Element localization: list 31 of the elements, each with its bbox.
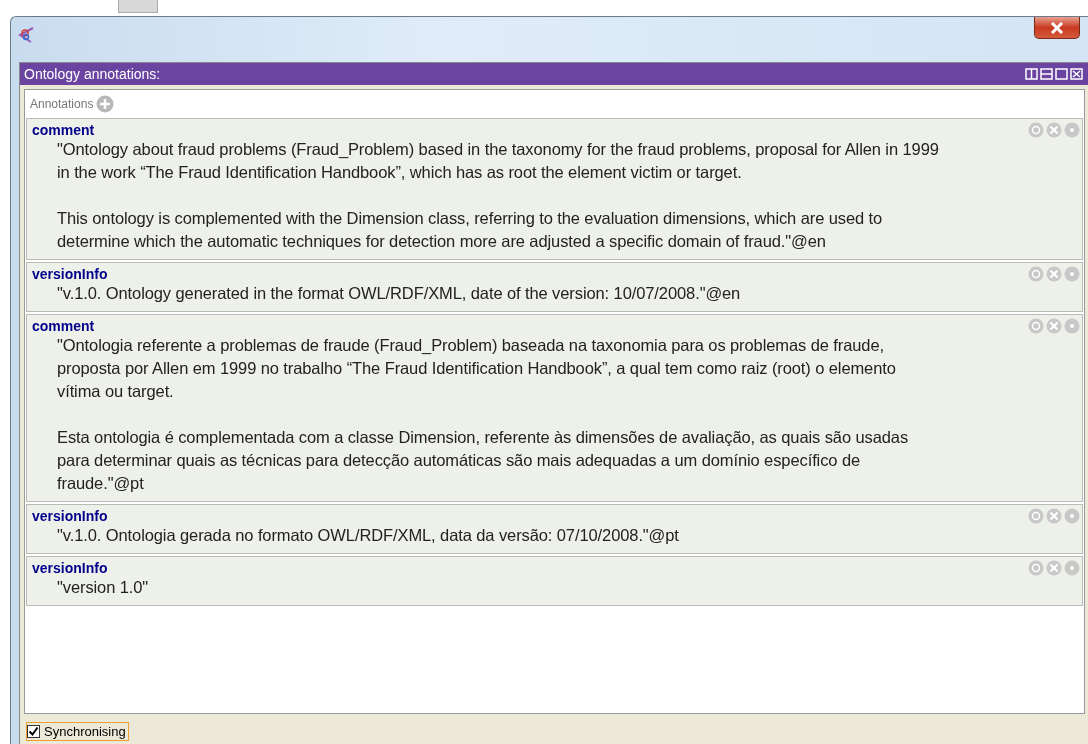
annotation-value: "version 1.0": [56, 577, 150, 598]
property-name: versionInfo: [32, 508, 108, 524]
annotation-actions-icon[interactable]: [1028, 560, 1080, 576]
annotation-value: "v.1.0. Ontology generated in the format OWL/RDF/XML, date of the version: 10/07/2008."@en: [56, 283, 742, 304]
annotation-actions-icon[interactable]: [1028, 318, 1080, 334]
synchronising-checkbox[interactable]: Synchronising: [26, 721, 129, 741]
property-name: versionInfo: [32, 266, 108, 282]
close-button[interactable]: [1034, 17, 1080, 39]
property-name: comment: [32, 122, 95, 138]
annotation-value: "v.1.0. Ontologia gerada no formato OWL/RDF/XML, data da versão: 07/10/2008."@pt: [56, 525, 680, 546]
add-icon[interactable]: [96, 95, 115, 113]
view-controls-icon[interactable]: [1025, 68, 1083, 80]
checkbox-icon[interactable]: [27, 724, 40, 738]
app-logo-icon: [17, 26, 35, 44]
annotation-actions-icon[interactable]: [1028, 266, 1080, 282]
panel-title: Ontology annotations:: [24, 66, 161, 82]
annotation-actions-icon[interactable]: [1028, 508, 1080, 524]
annotation-value: "Ontologia referente a problemas de fraude (Fraud_Problem) baseada na taxonomia para os problemas de fraude, proposta por Allen em 1999 no trabalho “The Fraud Identification Handbook”, a qual tem como raiz (root) o elemento vítima ou target.: [56, 335, 897, 402]
close-icon: [1050, 21, 1064, 34]
annotation-row[interactable]: versionInfo "version 1.0": [26, 556, 1083, 606]
annotation-row[interactable]: [26, 118, 1083, 260]
property-name: versionInfo: [32, 560, 108, 576]
annotation-row[interactable]: versionInfo "v.1.0. Ontologia gerada no formato OWL/RDF/XML, data da versão: 07/10/2008."@pt: [26, 504, 1083, 554]
annotation-value: Esta ontologia é complementada com a classe Dimension, referente às dimensões de avaliação, as quais são usadas para determinar quais as técnicas para detecção automáticas são mais adequadas a um domínio específico de fraude."@pt: [56, 427, 910, 494]
annotations-label: Annotations: [30, 97, 94, 111]
annotation-value: "Ontology about fraud problems (Fraud_Problem) based in the taxonomy for the fraud problems, proposal for Allen in 1999 in the work “The Fraud Identification Handbook”, which has as root the element victim or target.: [56, 139, 940, 183]
annotation-row[interactable]: [26, 314, 1083, 502]
annotation-value: This ontology is complemented with the Dimension class, referring to the evaluation dimensions, which are used to determine which the automatic techniques for detection more are adjusted a specific domain of fraud."@en: [56, 208, 884, 252]
property-name: comment: [32, 318, 95, 334]
annotation-actions-icon[interactable]: [1028, 122, 1080, 138]
annotation-row[interactable]: versionInfo "v.1.0. Ontology generated in the format OWL/RDF/XML, date of the version: 10/07/2008."@en: [26, 262, 1083, 312]
